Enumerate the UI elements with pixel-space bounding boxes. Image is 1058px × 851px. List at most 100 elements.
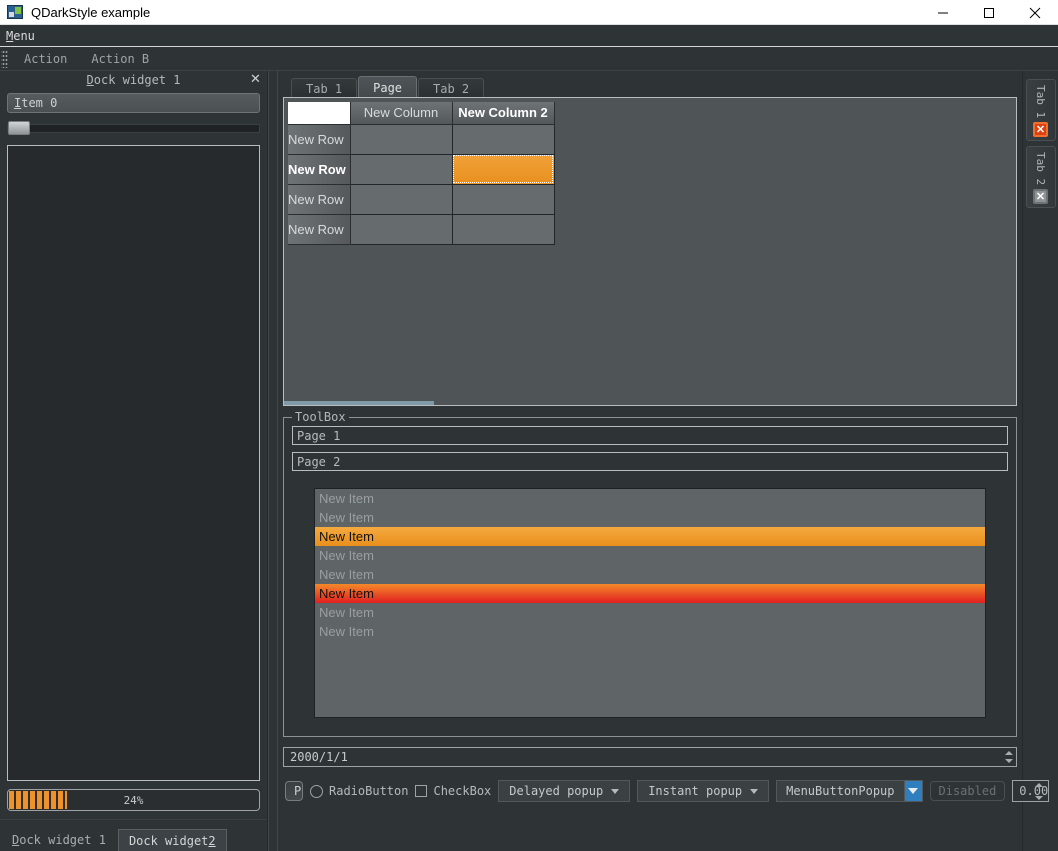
- dock-tab-1-label: ock widget 1: [19, 833, 106, 847]
- close-icon[interactable]: ✕: [1033, 122, 1048, 138]
- table-cell-r2c2-selected[interactable]: [451, 153, 555, 185]
- minimize-button[interactable]: [920, 0, 966, 25]
- tab-page[interactable]: Page: [358, 76, 418, 98]
- table-cell-r2c1[interactable]: [349, 153, 453, 185]
- dock-combobox[interactable]: Item 0: [7, 93, 260, 113]
- dock-tab-2-mnemonic: 2: [208, 833, 216, 848]
- progress-bar: 24%: [7, 789, 260, 811]
- dock-tab-widget-1[interactable]: Dock widget 1: [2, 829, 116, 851]
- dock-title-mnemonic: D: [86, 73, 94, 87]
- table-column-header-2[interactable]: New Column 2: [452, 102, 555, 125]
- list-item[interactable]: New Item: [315, 508, 985, 527]
- list-item[interactable]: New Item: [315, 546, 985, 565]
- delayed-popup-label: Delayed popup: [509, 784, 604, 798]
- dock-tab-2-label: Dock widget: [128, 833, 209, 848]
- tab-bar: Tab 1 Page Tab 2: [283, 76, 1017, 98]
- disabled-button: Disabled: [929, 781, 1006, 801]
- table-row-header-4[interactable]: New Row: [288, 214, 351, 245]
- date-edit-value: 2000/1/1: [290, 750, 348, 764]
- maximize-button[interactable]: [966, 0, 1012, 25]
- vertical-tab-1[interactable]: Tab 1 ✕: [1025, 79, 1056, 141]
- main-body: Dock widget 1 ✕ Item 0 24% Dock widget 1…: [0, 71, 1058, 851]
- dock-tab-widget-2[interactable]: Dock widget 2: [117, 829, 227, 851]
- vertical-tab-2-label: Tab 2: [1034, 152, 1047, 186]
- group-box-title: ToolBox: [292, 410, 349, 424]
- table-row-header-1[interactable]: New Row: [288, 124, 351, 155]
- menu-button-popup-arrow[interactable]: [903, 781, 922, 801]
- radio-button-label: RadioButton: [329, 784, 409, 798]
- table-row-header-2[interactable]: New Row: [288, 154, 351, 185]
- slider-groove: [7, 123, 260, 133]
- dock-slider[interactable]: [7, 121, 260, 135]
- title-bar: QDarkStyle example: [0, 0, 1058, 25]
- toolbar-grip-handle[interactable]: [1, 49, 8, 68]
- table-row: New Row: [288, 183, 555, 215]
- window-title: QDarkStyle example: [31, 4, 151, 20]
- dock-tab-1-mnemonic: D: [12, 833, 20, 847]
- list-item[interactable]: New Item: [315, 489, 985, 508]
- list-item[interactable]: New Item: [315, 622, 985, 641]
- close-button[interactable]: [1012, 0, 1058, 25]
- table-corner-cell[interactable]: [288, 102, 351, 125]
- toolbox-page-1[interactable]: Page 1: [292, 426, 1008, 445]
- table-row-header-3[interactable]: New Row: [288, 184, 351, 215]
- list-item-hovered[interactable]: New Item: [315, 584, 985, 603]
- combo-mnemonic: I: [14, 96, 22, 110]
- chevron-down-icon: [908, 788, 918, 794]
- list-widget[interactable]: New Item New Item New Item New Item New …: [314, 488, 986, 718]
- tab-tab-2[interactable]: Tab 2: [418, 78, 485, 98]
- chevron-up-icon[interactable]: [1035, 783, 1044, 787]
- dock-tab-bar: Dock widget 1 Dock widget 2: [0, 819, 267, 851]
- spin-box-buttons[interactable]: [1033, 783, 1045, 800]
- table-row: New Row: [288, 123, 555, 155]
- list-item[interactable]: New Item: [315, 565, 985, 584]
- vertical-tab-2[interactable]: Tab 2 ✕: [1025, 146, 1056, 208]
- dock-widget-title-bar[interactable]: Dock widget 1 ✕: [0, 71, 267, 89]
- double-spin-box[interactable]: 0.00: [1012, 780, 1050, 802]
- tab-tab-1[interactable]: Tab 1: [291, 78, 358, 98]
- chevron-down-icon[interactable]: [1005, 759, 1013, 763]
- toolbar-action-a[interactable]: Action: [12, 50, 79, 68]
- instant-popup-button[interactable]: Instant popup: [637, 780, 770, 802]
- push-button[interactable]: PushButton: [285, 781, 303, 801]
- menu-button-popup[interactable]: MenuButtonPopup: [776, 780, 923, 802]
- table-header-row: New Column New Column 2: [288, 102, 555, 125]
- delayed-popup-button[interactable]: Delayed popup: [498, 780, 631, 802]
- table-cell-r1c2[interactable]: [451, 123, 555, 155]
- window-controls: [920, 0, 1058, 25]
- table-column-header-1[interactable]: New Column: [350, 102, 453, 125]
- radio-circle-icon[interactable]: [310, 784, 323, 798]
- chevron-down-icon: [750, 788, 759, 794]
- chevron-down-icon[interactable]: [1035, 796, 1044, 800]
- table-cell-r1c1[interactable]: [349, 123, 453, 155]
- tab-widget: Tab 1 Page Tab 2 New Column New Column 2…: [283, 76, 1017, 406]
- radio-button[interactable]: RadioButton: [310, 784, 408, 798]
- dock-widget-1: Dock widget 1 ✕ Item 0 24% Dock widget 1…: [0, 71, 268, 851]
- menu-item-menu[interactable]: Menu: [0, 27, 41, 45]
- splitter-handle[interactable]: [268, 71, 278, 851]
- list-item[interactable]: New Item: [315, 603, 985, 622]
- toolbox-group-box: ToolBox Page 1 Page 2 New Item New Item …: [283, 410, 1017, 737]
- table-horizontal-scrollbar[interactable]: [284, 401, 434, 405]
- right-tab-bar: Tab 1 ✕ Tab 2 ✕: [1022, 71, 1058, 851]
- table-cell-r3c1[interactable]: [349, 183, 453, 215]
- table-widget[interactable]: New Column New Column 2 New Row New Row: [288, 102, 555, 245]
- check-box[interactable]: CheckBox: [415, 784, 491, 798]
- menu-button-popup-label: MenuButtonPopup: [786, 784, 895, 798]
- date-edit-spin-buttons[interactable]: [1004, 749, 1014, 765]
- table-cell-r3c2[interactable]: [451, 183, 555, 215]
- close-icon[interactable]: ✕: [1033, 189, 1048, 205]
- slider-handle[interactable]: [8, 121, 30, 135]
- dock-close-icon[interactable]: ✕: [249, 72, 262, 86]
- progress-bar-chunk: [9, 791, 68, 809]
- progress-bar-label: 24%: [123, 793, 144, 807]
- table-cell-r4c2[interactable]: [451, 213, 555, 245]
- checkbox-square-icon[interactable]: [415, 785, 428, 797]
- toolbar-action-b[interactable]: Action B: [79, 50, 161, 68]
- dock-list-widget[interactable]: [7, 145, 260, 781]
- chevron-up-icon[interactable]: [1005, 751, 1013, 755]
- table-cell-r4c1[interactable]: [349, 213, 453, 245]
- list-item-selected[interactable]: New Item: [315, 527, 985, 546]
- toolbox-page-2[interactable]: Page 2: [292, 452, 1008, 471]
- date-edit[interactable]: 2000/1/1: [283, 747, 1017, 767]
